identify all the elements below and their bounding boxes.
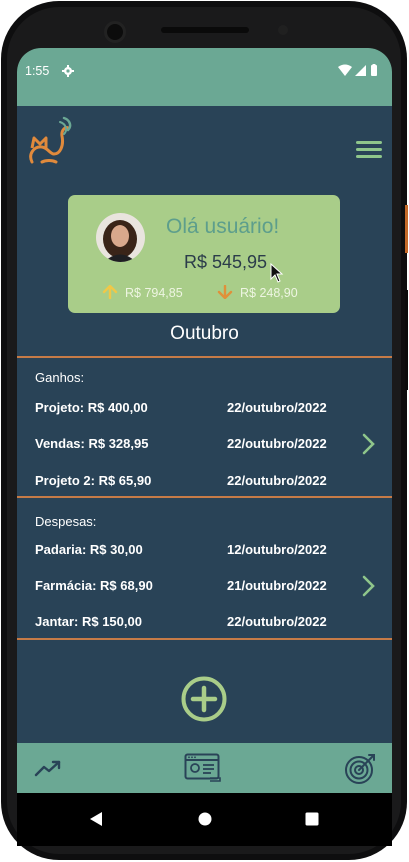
- expense-summary: R$ 248,90: [217, 285, 298, 300]
- mouse-cursor-icon: [270, 263, 284, 283]
- greeting: Olá usuário!: [166, 215, 280, 238]
- gear-icon: [62, 65, 74, 77]
- expense-item-date: 12/outubro/2022: [227, 542, 327, 557]
- cat-logo: [29, 116, 72, 164]
- battery-icon: [371, 65, 377, 76]
- add-plus-icon[interactable]: [181, 676, 227, 722]
- income-amount: R$ 794,85: [125, 286, 183, 300]
- volume-button: [405, 290, 408, 390]
- wifi-icon: [338, 64, 352, 76]
- profile-card-icon[interactable]: [184, 753, 222, 783]
- gain-item-description: Projeto: R$ 400,00: [35, 400, 148, 415]
- expense-item-description: Padaria: R$ 30,00: [35, 542, 143, 557]
- bottom-navigation: [17, 743, 392, 793]
- avatar[interactable]: [96, 213, 145, 262]
- gain-item-date: 22/outubro/2022: [227, 473, 327, 488]
- gains-label: Ganhos:: [35, 370, 85, 385]
- app-content: Olá usuário! R$ 545,95 R$ 794,85 R$ 248,…: [17, 106, 392, 743]
- expense-item-description: Jantar: R$ 150,00: [35, 614, 142, 629]
- arrow-up-icon: [102, 285, 118, 299]
- income-summary: R$ 794,85: [102, 285, 183, 300]
- back-icon[interactable]: [89, 811, 103, 827]
- gain-item-description: Projeto 2: R$ 65,90: [35, 473, 152, 488]
- expenses-chevron-right-icon[interactable]: [360, 574, 376, 598]
- divider: [17, 496, 392, 498]
- expenses-label: Despesas:: [35, 514, 97, 529]
- target-icon[interactable]: [344, 751, 378, 785]
- status-time: 1:55: [25, 64, 50, 78]
- system-navigation-bar: [17, 793, 392, 846]
- earpiece-speaker: [161, 27, 249, 33]
- summary-card: Olá usuário! R$ 545,95 R$ 794,85 R$ 248,…: [68, 195, 340, 313]
- status-icons: [338, 64, 377, 76]
- power-button: [405, 205, 408, 253]
- gains-chevron-right-icon[interactable]: [360, 432, 376, 456]
- proximity-sensor: [278, 25, 288, 35]
- month-title: Outubro: [170, 323, 239, 344]
- front-camera: [104, 21, 126, 43]
- recents-icon[interactable]: [305, 812, 319, 826]
- divider: [17, 638, 392, 640]
- hamburger-menu-icon[interactable]: [356, 141, 382, 161]
- gain-item-date: 22/outubro/2022: [227, 400, 327, 415]
- expense-item-description: Farmácia: R$ 68,90: [35, 578, 153, 593]
- home-icon[interactable]: [198, 812, 212, 826]
- screen: 1:55 Olá usuário! R$ 545,95 R$ 794,85 R$…: [17, 48, 392, 846]
- balance-amount: R$ 545,95: [184, 252, 268, 272]
- signal-icon: [355, 65, 366, 76]
- trend-chart-icon[interactable]: [34, 759, 62, 777]
- expense-item-date: 22/outubro/2022: [227, 614, 327, 629]
- expense-amount: R$ 248,90: [240, 286, 298, 300]
- status-bar: 1:55: [17, 48, 392, 106]
- expense-item-date: 21/outubro/2022: [227, 578, 327, 593]
- arrow-down-icon: [217, 285, 233, 299]
- divider: [17, 356, 392, 358]
- gain-item-date: 22/outubro/2022: [227, 436, 327, 451]
- gain-item-description: Vendas: R$ 328,95: [35, 436, 149, 451]
